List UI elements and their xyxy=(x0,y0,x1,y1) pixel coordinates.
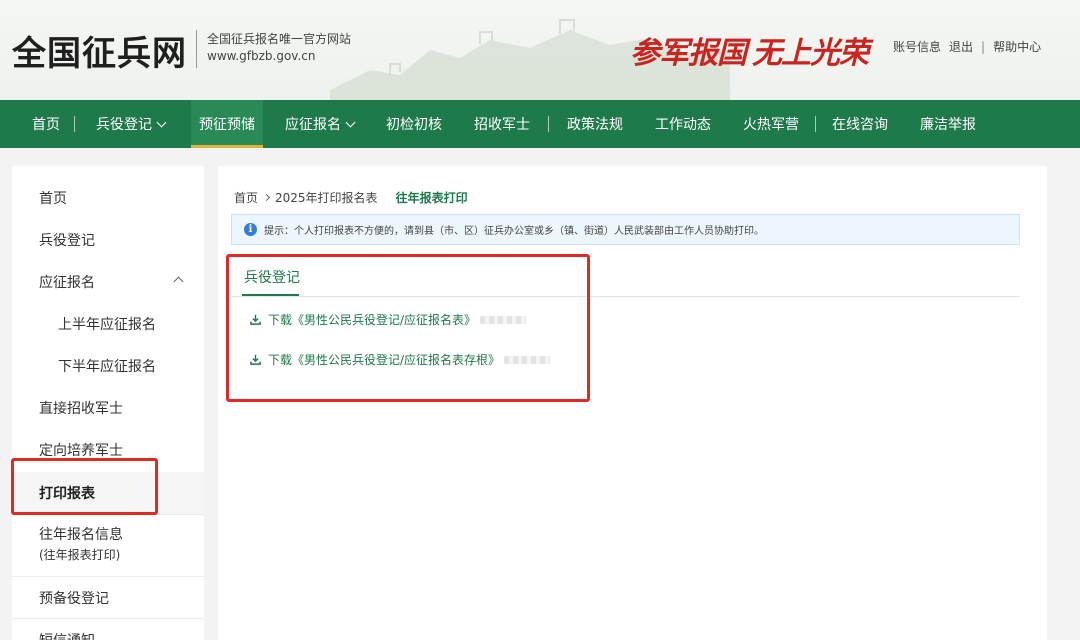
sidebar-item-label: 下半年应征报名 xyxy=(58,359,156,375)
nav-label: 首页 xyxy=(32,117,60,133)
sidebar-item-label: 应征报名 xyxy=(39,275,95,291)
tip-text: 提示：个人打印报表不方便的，请到县（市、区）征兵办公室或乡（镇、街道）人民武装部… xyxy=(264,226,764,237)
sidebar-item-label: 定向培养军士 xyxy=(39,443,123,459)
sidebar-item-second-half-signup[interactable]: 下半年应征报名 xyxy=(12,356,204,376)
sidebar-item-label: 上半年应征报名 xyxy=(58,317,156,333)
tip-banner: i 提示：个人打印报表不方便的，请到县（市、区）征兵办公室或乡（镇、街道）人民武… xyxy=(231,214,1020,245)
nav-divider xyxy=(74,116,75,132)
nav-item-initial-check[interactable]: 初检初核 xyxy=(386,100,442,148)
sidebar-item-past-signup-info[interactable]: 往年报名信息 (往年报表打印) xyxy=(12,524,204,570)
chevron-up-icon xyxy=(173,276,184,287)
sidebar-item-enlistment-signup[interactable]: 应征报名 xyxy=(12,272,204,292)
account-info-link[interactable]: 账号信息 xyxy=(893,38,941,55)
breadcrumb-home[interactable]: 首页 xyxy=(234,189,258,206)
sidebar-item-reserve-registration[interactable]: 预备役登记 xyxy=(12,588,204,608)
logout-link[interactable]: 退出 xyxy=(949,38,973,55)
nav-item-barracks[interactable]: 火热军营 xyxy=(743,100,799,148)
nav-item-news[interactable]: 工作动态 xyxy=(655,100,711,148)
nav-item-pre-conscription[interactable]: 预征预储 xyxy=(191,100,263,148)
sidebar-item-first-half-signup[interactable]: 上半年应征报名 xyxy=(12,314,204,334)
nav-item-military-registration[interactable]: 兵役登记 xyxy=(96,100,167,148)
site-subtitle: 全国征兵报名唯一官方网站 xyxy=(207,32,352,46)
sidebar-item-label: 短信通知 xyxy=(39,630,95,640)
help-center-link[interactable]: 帮助中心 xyxy=(993,38,1041,55)
sidebar-divider xyxy=(12,576,204,577)
chevron-down-icon xyxy=(345,117,356,127)
main-content: 首页 2025年打印报名表 往年报表打印 i 提示：个人打印报表不方便的，请到县… xyxy=(218,166,1047,640)
nav-label: 兵役登记 xyxy=(96,117,152,133)
sidebar-item-label: 往年报名信息 xyxy=(39,527,123,543)
nav-label: 招收军士 xyxy=(474,117,530,133)
nav-item-home[interactable]: 首页 xyxy=(32,100,60,148)
nav-item-recruit-nco[interactable]: 招收军士 xyxy=(474,100,530,148)
nav-label: 工作动态 xyxy=(655,117,711,133)
site-logo-title[interactable]: 全国征兵网 xyxy=(12,26,187,75)
top-links-separator: | xyxy=(981,39,986,54)
nav-label: 廉洁举报 xyxy=(920,117,976,133)
nav-divider xyxy=(548,116,549,132)
sidebar-item-label: 直接招收军士 xyxy=(39,401,123,417)
nav-label: 初检初核 xyxy=(386,117,442,133)
sidebar-item-sms-notice[interactable]: 短信通知 xyxy=(12,630,204,640)
top-links: 账号信息 退出 | 帮助中心 xyxy=(893,38,1041,55)
nav-label: 火热军营 xyxy=(743,117,799,133)
slogan-glory: 无上光荣 xyxy=(752,36,869,71)
sidebar-item-label: 兵役登记 xyxy=(39,233,95,249)
breadcrumb-current: 往年报表打印 xyxy=(395,191,468,205)
nav-item-enlistment-signup[interactable]: 应征报名 xyxy=(285,100,356,148)
nav-label: 应征报名 xyxy=(285,117,341,133)
highlight-box-sidebar xyxy=(11,458,158,515)
sidebar-item-directed-nco[interactable]: 定向培养军士 xyxy=(12,440,204,460)
breadcrumb-level2[interactable]: 2025年打印报名表 xyxy=(275,189,378,206)
sidebar-item-direct-nco[interactable]: 直接招收军士 xyxy=(12,398,204,418)
nav-item-policy[interactable]: 政策法规 xyxy=(567,100,623,148)
nav-label: 政策法规 xyxy=(567,117,623,133)
nav-label: 在线咨询 xyxy=(832,117,888,133)
sidebar-divider xyxy=(12,618,204,619)
main-nav: 首页 兵役登记 预征预储 应征报名 初检初核 招收军士 政策法规 工作动态 火热… xyxy=(0,100,1080,148)
info-icon: i xyxy=(244,223,257,236)
sidebar: 首页 兵役登记 应征报名 上半年应征报名 下半年应征报名 直接招收军士 定向培养… xyxy=(12,166,204,640)
nav-item-integrity-report[interactable]: 廉洁举报 xyxy=(920,100,976,148)
nav-label: 预征预储 xyxy=(199,117,255,133)
nav-item-online-consult[interactable]: 在线咨询 xyxy=(832,100,888,148)
breadcrumb: 首页 2025年打印报名表 往年报表打印 xyxy=(234,189,468,206)
chevron-down-icon xyxy=(156,117,167,127)
sidebar-item-home[interactable]: 首页 xyxy=(12,188,204,208)
logo-divider xyxy=(196,30,197,68)
chevron-right-icon xyxy=(262,193,271,202)
sidebar-item-label: 预备役登记 xyxy=(39,591,109,607)
site-header: 全国征兵网 全国征兵报名唯一官方网站 www.gfbzb.gov.cn 参军报国… xyxy=(0,0,1080,100)
site-domain: www.gfbzb.gov.cn xyxy=(207,49,316,63)
sidebar-item-military-registration[interactable]: 兵役登记 xyxy=(12,230,204,250)
slogan-join-army: 参军报国 xyxy=(630,36,747,71)
sidebar-item-label: 首页 xyxy=(39,191,67,207)
highlight-box-downloads xyxy=(226,254,590,402)
nav-divider xyxy=(815,116,816,132)
sidebar-item-sublabel: (往年报表打印) xyxy=(39,548,121,562)
